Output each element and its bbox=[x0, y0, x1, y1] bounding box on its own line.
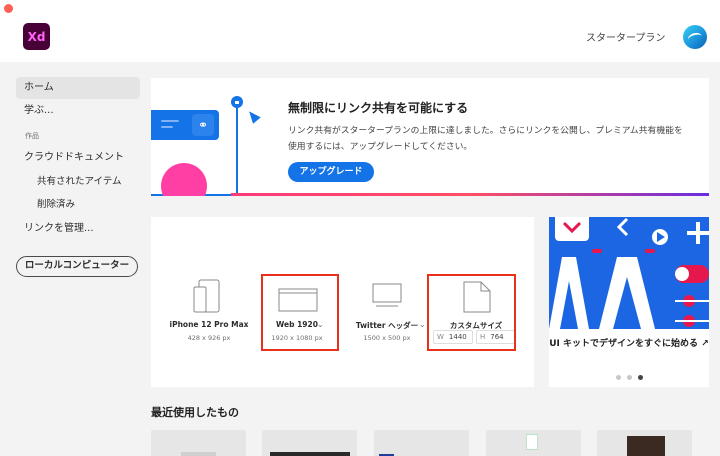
recent-section-title: 最近使用したもの bbox=[151, 406, 239, 419]
sidebar-item-deleted[interactable]: 削除済み bbox=[16, 194, 140, 216]
preset-size: 1500 x 500 px bbox=[363, 334, 411, 342]
preset-name: iPhone 12 Pro Max bbox=[169, 320, 249, 329]
ui-kit-text: UI キットでデザインをすぐに始める ↗ bbox=[549, 339, 709, 349]
chevron-down-icon[interactable]: ⌄ bbox=[419, 320, 426, 329]
highlight-box bbox=[427, 274, 516, 351]
preset-size: 428 x 926 px bbox=[187, 334, 231, 342]
carousel-dot-active[interactable] bbox=[638, 375, 643, 380]
banner-text: リンク共有がスタータープランの上限に達しました。さらにリンクを公開し、プレミアム… bbox=[288, 126, 683, 152]
recent-file-thumbnail[interactable] bbox=[374, 430, 469, 456]
carousel-dot[interactable] bbox=[616, 375, 621, 380]
plan-label[interactable]: スタータープラン bbox=[586, 29, 665, 44]
lock-icon bbox=[231, 96, 243, 108]
decorative-circle bbox=[161, 163, 207, 196]
phone-icon bbox=[193, 279, 220, 313]
ui-kit-illustration bbox=[549, 217, 709, 329]
chevron-down-icon[interactable]: ⌄ bbox=[243, 320, 250, 329]
close-window-button[interactable] bbox=[4, 4, 13, 13]
highlight-box bbox=[261, 274, 339, 351]
sidebar-item-home[interactable]: ホーム bbox=[16, 77, 140, 99]
sidebar-section-label: 作品 bbox=[25, 132, 39, 140]
monitor-icon bbox=[372, 283, 402, 307]
sidebar-item-cloud-documents[interactable]: クラウドドキュメント bbox=[16, 147, 140, 169]
recent-file-thumbnail[interactable] bbox=[262, 430, 357, 456]
xd-logo-icon: Xd bbox=[23, 23, 50, 50]
external-link-icon: ↗ bbox=[701, 339, 709, 349]
ui-kit-card[interactable]: UI キットでデザインをすぐに始める ↗ bbox=[549, 217, 709, 387]
carousel-dot[interactable] bbox=[627, 375, 632, 380]
sidebar-item-manage-links[interactable]: リンクを管理... bbox=[16, 218, 140, 240]
link-icon: ⚭ bbox=[192, 114, 214, 136]
upgrade-banner: ⚭ 無制限にリンク共有を可能にする リンク共有がスタータープランの上限に達しまし… bbox=[151, 78, 709, 196]
top-bar: Xd スタータープラン bbox=[0, 0, 720, 62]
avatar[interactable] bbox=[683, 25, 707, 49]
local-computer-button[interactable]: ローカルコンピューター bbox=[16, 256, 138, 277]
sidebar-item-learn[interactable]: 学ぶ... bbox=[16, 100, 140, 122]
preset-panel: iPhone 12 Pro Max 428 x 926 px ⌄ Web 192… bbox=[151, 217, 534, 387]
sidebar-item-shared[interactable]: 共有されたアイテム bbox=[16, 171, 140, 193]
upgrade-button[interactable]: アップグレード bbox=[288, 162, 374, 182]
cursor-icon bbox=[245, 108, 261, 124]
banner-title: 無制限にリンク共有を可能にする bbox=[288, 101, 469, 115]
recent-file-thumbnail[interactable] bbox=[151, 430, 246, 456]
recent-file-thumbnail[interactable] bbox=[597, 430, 692, 456]
recent-file-thumbnail[interactable] bbox=[486, 430, 581, 456]
